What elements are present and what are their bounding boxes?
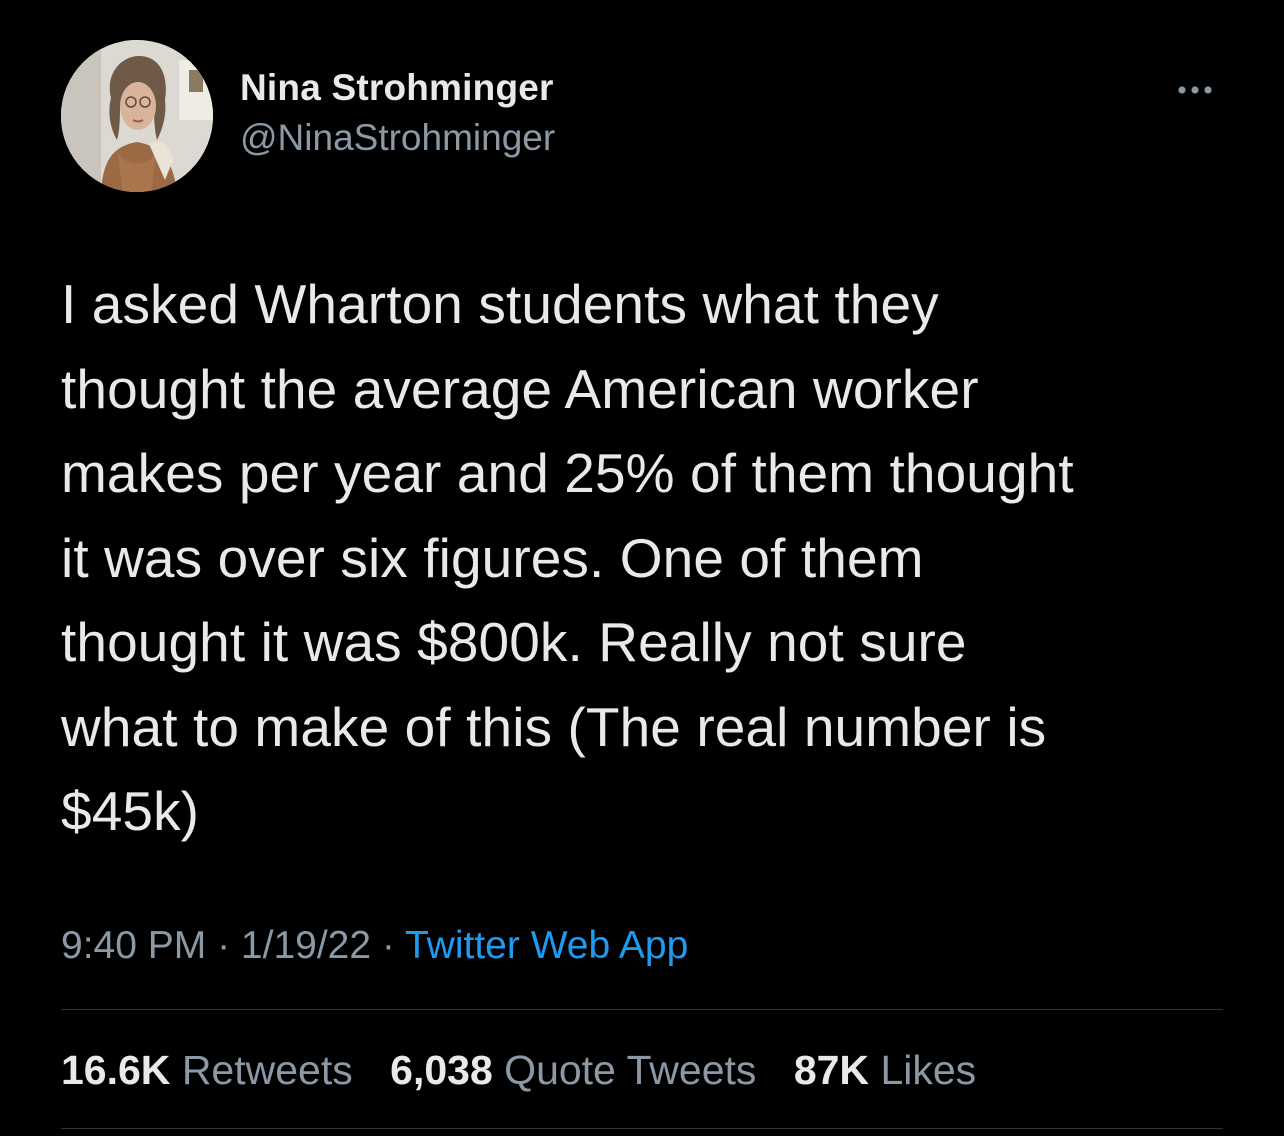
meta-separator: · xyxy=(206,924,241,967)
likes-label: Likes xyxy=(880,1047,977,1093)
quote-tweets-count: 6,038 xyxy=(390,1047,493,1093)
divider xyxy=(61,1009,1223,1010)
more-options-button[interactable] xyxy=(1166,70,1224,110)
engagement-stats: 16.6K Retweets 6,038 Quote Tweets 87K Li… xyxy=(61,1040,1002,1100)
likes-count: 87K xyxy=(793,1047,870,1093)
retweets-count: 16.6K xyxy=(61,1047,171,1093)
tweet-time[interactable]: 9:40 PM xyxy=(61,924,206,967)
avatar[interactable] xyxy=(61,40,213,192)
more-horizontal-icon xyxy=(1178,86,1212,94)
avatar-photo xyxy=(61,40,213,192)
likes-stat[interactable]: 87K Likes xyxy=(794,1040,976,1100)
quote-tweets-stat[interactable]: 6,038 Quote Tweets xyxy=(390,1040,756,1100)
author-info[interactable]: Nina Strohminger @NinaStrohminger xyxy=(240,64,555,162)
tweet-date[interactable]: 1/19/22 xyxy=(241,924,371,967)
meta-separator: · xyxy=(371,924,406,967)
tweet-detail: Nina Strohminger @NinaStrohminger I aske… xyxy=(0,0,1284,1136)
retweets-stat[interactable]: 16.6K Retweets xyxy=(61,1040,353,1100)
author-handle[interactable]: @NinaStrohminger xyxy=(240,114,555,162)
author-display-name[interactable]: Nina Strohminger xyxy=(240,64,555,112)
retweets-label: Retweets xyxy=(181,1047,353,1093)
tweet-source-link[interactable]: Twitter Web App xyxy=(405,924,688,967)
divider xyxy=(61,1128,1223,1129)
tweet-metadata: 9:40 PM · 1/19/22 · Twitter Web App xyxy=(61,917,688,975)
quote-tweets-label: Quote Tweets xyxy=(504,1047,757,1093)
tweet-text: I asked Wharton students what they thoug… xyxy=(61,273,1074,842)
